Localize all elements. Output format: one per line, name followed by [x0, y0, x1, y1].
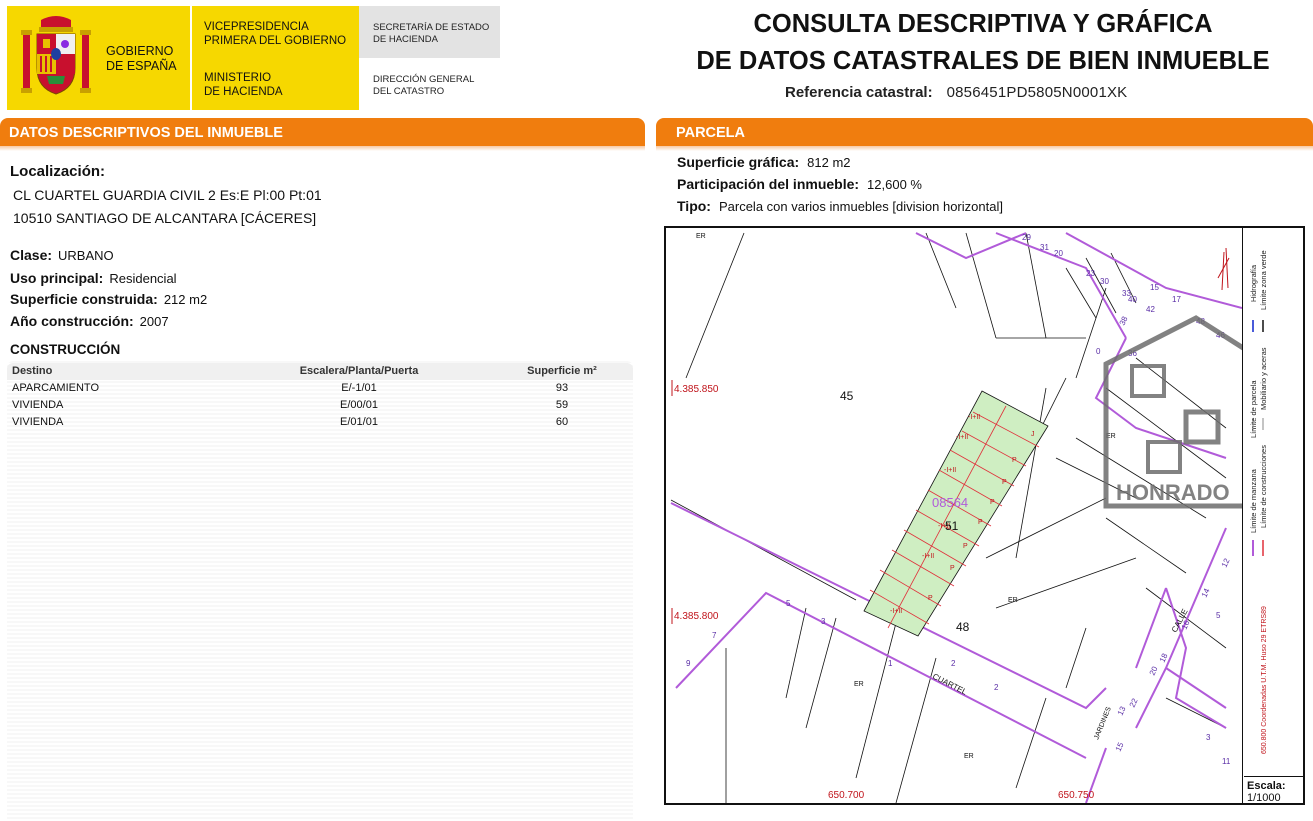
svg-text:P: P [990, 499, 995, 506]
svg-text:ER: ER [696, 233, 706, 240]
svg-text:29: 29 [1022, 233, 1031, 242]
svg-text:ER: ER [964, 753, 974, 760]
svg-text:2: 2 [994, 683, 999, 692]
cadastral-reference-value: 0856451PD5805N0001XK [946, 84, 1128, 101]
legend-coordinates: 650.800 Coordenadas U.T.M. Huso 29 ETRS8… [1261, 606, 1268, 754]
cadastral-reference: Referencia catastral: 0856451PD5805N0001X… [785, 84, 1127, 101]
svg-text:P: P [1012, 457, 1017, 464]
svg-text:-I+II: -I+II [890, 608, 902, 615]
svg-text:15: 15 [1114, 740, 1126, 752]
field-superficie-grafica: Superficie gráfica: 812 m2 [677, 154, 851, 170]
svg-text:20: 20 [1054, 249, 1063, 258]
section-header-parcel: PARCELA [656, 118, 1313, 146]
legend-mobiliario: Mobiliario y aceras [1259, 347, 1268, 410]
parcel-number-45: 45 [840, 389, 854, 403]
svg-text:ER: ER [854, 681, 864, 688]
table-row: APARCAMIENTO E/-1/01 93 [12, 382, 569, 394]
location-city: 10510 SANTIAGO DE ALCANTARA [CÁCERES] [13, 210, 317, 226]
svg-text:0: 0 [1096, 347, 1101, 356]
table-row: VIVIENDA E/01/01 60 [12, 416, 569, 428]
svg-text:40: 40 [1128, 295, 1137, 304]
legend-hidrografia: Hidrografía [1249, 264, 1258, 302]
svg-text:12: 12 [1220, 556, 1232, 568]
svg-text:-I+II: -I+II [944, 467, 956, 474]
construction-table: Destino Escalera/Planta/Puerta Superfici… [7, 361, 633, 821]
svg-text:1: 1 [888, 659, 893, 668]
watermark-text: HONRADO [1116, 480, 1230, 505]
svg-text:P: P [978, 519, 983, 526]
street-name-jardines: JARDINES [1093, 706, 1113, 741]
table-header-row: Destino Escalera/Planta/Puerta Superfici… [7, 363, 633, 380]
svg-text:42: 42 [1146, 305, 1155, 314]
field-anio-construccion: Año construcción: 2007 [10, 313, 169, 329]
map-legend: Límite de parcela Límite de manzana Mobi… [1242, 228, 1303, 803]
watermark-logo-icon: HONRADO [1103, 315, 1242, 509]
secretariat-box: SECRETARÍA DE ESTADO DE HACIENDA [359, 6, 500, 58]
location-address: CL CUARTEL GUARDIA CIVIL 2 Es:E Pl:00 Pt… [13, 187, 322, 203]
svg-text:-I+II: -I+II [968, 414, 980, 421]
svg-text:11: 11 [1222, 757, 1231, 766]
svg-text:5: 5 [786, 599, 791, 608]
page-title: CONSULTA DESCRIPTIVA Y GRÁFICA DE DATOS … [696, 10, 1270, 75]
location-label: Localización: [10, 163, 106, 180]
er-labels: ER ER ER ER ER [696, 233, 1116, 760]
coord-y1: 4.385.850 [674, 384, 719, 395]
svg-text:-I+II: -I+II [922, 553, 934, 560]
svg-text:ER: ER [1008, 597, 1018, 604]
svg-text:7: 7 [712, 631, 717, 640]
parcel-number-48: 48 [956, 620, 970, 634]
svg-text:31: 31 [1040, 243, 1049, 252]
svg-text:P: P [1002, 479, 1007, 486]
svg-text:P: P [963, 543, 968, 550]
field-tipo: Tipo: Parcela con varios inmuebles [divis… [677, 198, 1003, 214]
ministry-name: MINISTERIO DE HACIENDA [204, 72, 283, 98]
svg-text:22: 22 [1128, 696, 1140, 708]
directorate-name: DIRECCIÓN GENERAL DEL CATASTRO [373, 74, 475, 97]
svg-text:23: 23 [1086, 269, 1095, 278]
svg-text:5: 5 [1216, 611, 1221, 620]
svg-text:-I+II: -I+II [956, 434, 968, 441]
svg-text:P: P [950, 565, 955, 572]
svg-text:P: P [928, 595, 933, 602]
street-name-cuartel: CUARTEL [931, 672, 969, 697]
svg-text:2: 2 [951, 659, 956, 668]
spain-coat-of-arms-icon [21, 16, 91, 95]
svg-text:17: 17 [1172, 295, 1181, 304]
cadastral-reference-label: Referencia catastral: [785, 84, 933, 101]
legend-zona-verde: Límite zona verde [1259, 250, 1268, 310]
svg-text:15: 15 [1150, 283, 1159, 292]
table-row: VIVIENDA E/00/01 59 [12, 399, 569, 411]
parcel-number-51: 51 [945, 519, 959, 533]
government-name: GOBIERNO DE ESPAÑA [106, 44, 177, 73]
map-scale: Escala: 1/1000 [1244, 776, 1303, 804]
legend-limite-manzana: Límite de manzana [1249, 468, 1258, 533]
field-participacion: Participación del inmueble: 12,600 % [677, 176, 922, 192]
construction-title: CONSTRUCCIÓN [10, 342, 121, 357]
svg-text:14: 14 [1200, 586, 1212, 598]
cadastral-map[interactable]: -I+II -I+II -I+II -I+II -I+II -I+II P P … [664, 226, 1305, 805]
coord-x2: 650.750 [1058, 790, 1095, 801]
svg-text:13: 13 [1116, 704, 1128, 716]
section-header-descriptive-data: DATOS DESCRIPTIVOS DEL INMUEBLE [0, 118, 645, 146]
coord-y2: 4.385.800 [674, 611, 719, 622]
svg-text:9: 9 [686, 659, 691, 668]
svg-text:J: J [1031, 431, 1035, 438]
field-superficie-construida: Superficie construida: 212 m2 [10, 291, 208, 307]
svg-text:3: 3 [821, 617, 826, 626]
svg-text:30: 30 [1100, 277, 1109, 286]
map-canvas[interactable]: -I+II -I+II -I+II -I+II -I+II -I+II P P … [666, 228, 1242, 803]
north-arrow-icon [1217, 247, 1230, 291]
secretariat-name: SECRETARÍA DE ESTADO DE HACIENDA [373, 22, 490, 45]
vicepresidency-name: VICEPRESIDENCIA PRIMERA DEL GOBIERNO [204, 21, 347, 47]
svg-text:20: 20 [1148, 664, 1160, 676]
svg-text:3: 3 [1206, 733, 1211, 742]
field-clase: Clase: URBANO [10, 247, 114, 263]
coord-x1: 650.700 [828, 790, 865, 801]
parcel-reference-label: 08564 [932, 495, 968, 510]
government-banner: GOBIERNO DE ESPAÑA VICEPRESIDENCIA PRIME… [7, 6, 359, 110]
legend-limite-construcciones: Límite de construcciones [1259, 445, 1268, 528]
field-uso-principal: Uso principal: Residencial [10, 270, 177, 286]
